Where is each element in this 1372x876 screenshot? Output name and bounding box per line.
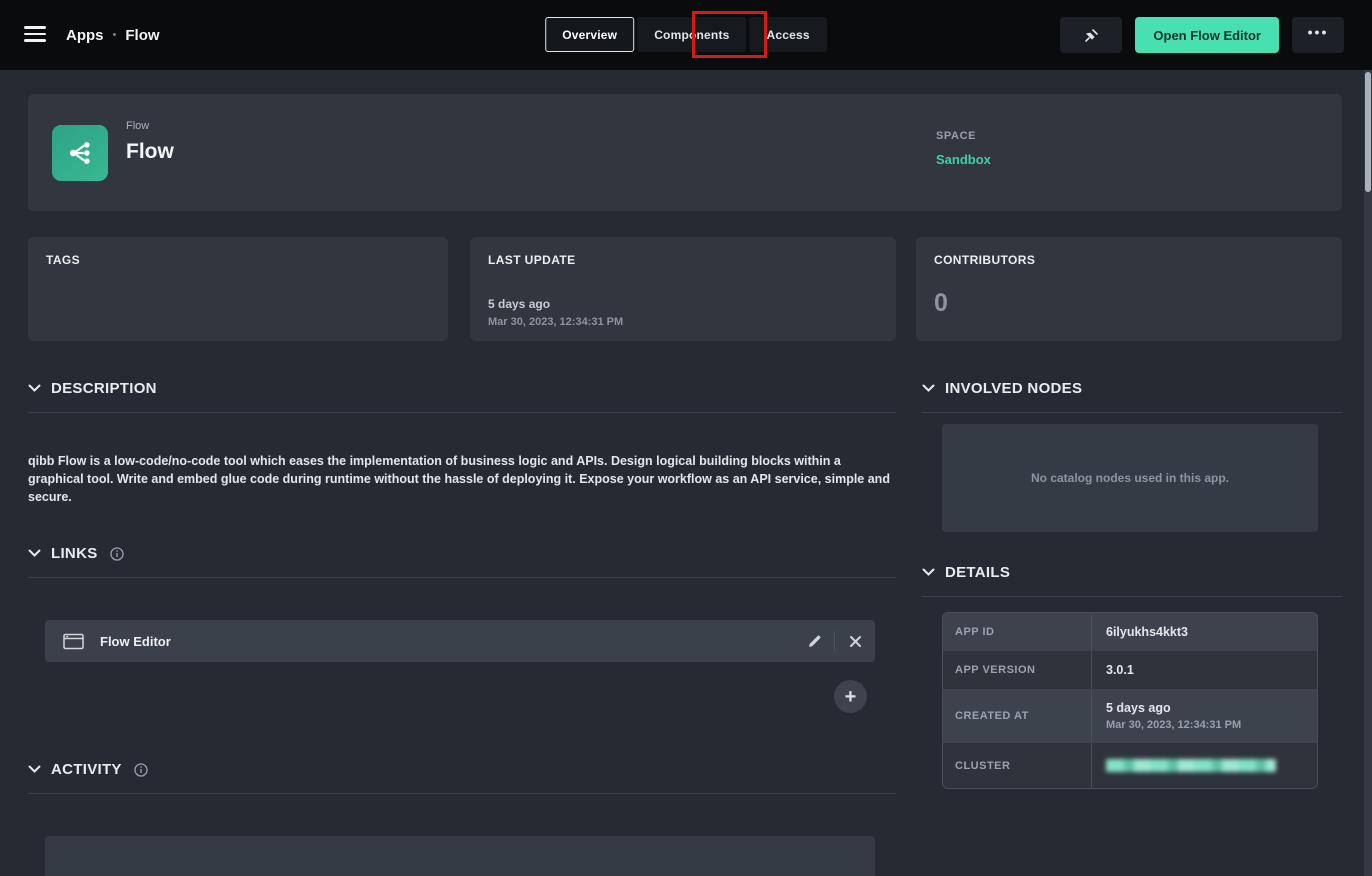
topbar-actions: Open Flow Editor ••• bbox=[1060, 17, 1344, 53]
app-titles: Flow Flow bbox=[126, 120, 174, 164]
detail-key-cluster: CLUSTER bbox=[943, 743, 1091, 788]
activity-section-header: ACTIVITY bbox=[28, 761, 896, 794]
details-title: DETAILS bbox=[945, 564, 1010, 581]
link-label: Flow Editor bbox=[100, 634, 171, 649]
tab-bar: Overview Components Access bbox=[545, 17, 827, 52]
chevron-down-icon[interactable] bbox=[922, 568, 935, 577]
details-section-header: DETAILS bbox=[922, 564, 1342, 597]
chevron-down-icon[interactable] bbox=[922, 384, 935, 393]
table-row: CLUSTER bbox=[943, 743, 1317, 788]
space-label: SPACE bbox=[936, 130, 991, 142]
app-header-card: Flow Flow SPACE Sandbox bbox=[28, 94, 1342, 211]
breadcrumb: Apps • Flow bbox=[66, 0, 160, 70]
app-overview-page: Apps • Flow Overview Components Access O… bbox=[0, 0, 1372, 876]
last-update-card: LAST UPDATE 5 days ago Mar 30, 2023, 12:… bbox=[470, 237, 896, 341]
links-title: LINKS bbox=[51, 545, 98, 562]
open-flow-editor-button[interactable]: Open Flow Editor bbox=[1135, 17, 1279, 53]
involved-nodes-section-header: INVOLVED NODES bbox=[922, 380, 1342, 413]
pin-icon bbox=[1084, 28, 1099, 43]
chevron-down-icon[interactable] bbox=[28, 765, 41, 774]
activity-title: ACTIVITY bbox=[51, 761, 122, 778]
detail-value-app-id: 6ilyukhs4kkt3 bbox=[1106, 625, 1317, 639]
add-link-button[interactable]: + bbox=[834, 680, 867, 713]
detail-key-created-at: CREATED AT bbox=[943, 689, 1091, 743]
app-type-label: Flow bbox=[126, 120, 174, 132]
tags-card: TAGS bbox=[28, 237, 448, 341]
link-actions bbox=[794, 620, 875, 662]
link-item-flow-editor[interactable]: Flow Editor bbox=[45, 620, 875, 662]
table-row: APP ID 6ilyukhs4kkt3 bbox=[943, 613, 1317, 651]
details-table: APP ID 6ilyukhs4kkt3 APP VERSION 3.0.1 C… bbox=[942, 612, 1318, 789]
contributors-count: 0 bbox=[934, 289, 1324, 318]
remove-link-button[interactable] bbox=[835, 620, 875, 662]
detail-value-created-relative: 5 days ago bbox=[1106, 701, 1317, 715]
hamburger-menu-icon[interactable] bbox=[24, 26, 46, 42]
info-icon bbox=[110, 547, 124, 561]
description-text: qibb Flow is a low-code/no-code tool whi… bbox=[28, 452, 896, 506]
involved-nodes-empty-text: No catalog nodes used in this app. bbox=[1031, 471, 1229, 485]
description-section-header: DESCRIPTION bbox=[28, 380, 896, 413]
pin-button[interactable] bbox=[1060, 17, 1122, 53]
involved-nodes-title: INVOLVED NODES bbox=[945, 380, 1082, 397]
last-update-label: LAST UPDATE bbox=[488, 253, 878, 267]
detail-value-created-absolute: Mar 30, 2023, 12:34:31 PM bbox=[1106, 719, 1317, 731]
contributors-card: CONTRIBUTORS 0 bbox=[916, 237, 1342, 341]
page-title: Flow bbox=[126, 140, 174, 164]
info-icon bbox=[134, 763, 148, 777]
tab-components[interactable]: Components bbox=[637, 17, 746, 52]
flow-app-icon bbox=[52, 125, 108, 181]
table-row: CREATED AT 5 days ago Mar 30, 2023, 12:3… bbox=[943, 689, 1317, 743]
edit-link-button[interactable] bbox=[794, 620, 834, 662]
space-value-link[interactable]: Sandbox bbox=[936, 152, 991, 167]
description-title: DESCRIPTION bbox=[51, 380, 157, 397]
contributors-label: CONTRIBUTORS bbox=[934, 253, 1324, 267]
tags-label: TAGS bbox=[46, 253, 430, 267]
last-update-absolute: Mar 30, 2023, 12:34:31 PM bbox=[488, 316, 878, 328]
detail-key-app-id: APP ID bbox=[943, 613, 1091, 651]
breadcrumb-apps[interactable]: Apps bbox=[66, 27, 104, 44]
links-section-header: LINKS bbox=[28, 545, 896, 578]
chevron-down-icon[interactable] bbox=[28, 549, 41, 558]
tab-overview[interactable]: Overview bbox=[545, 17, 634, 52]
detail-key-app-version: APP VERSION bbox=[943, 651, 1091, 689]
table-row: APP VERSION 3.0.1 bbox=[943, 651, 1317, 689]
scrollbar[interactable] bbox=[1364, 70, 1372, 876]
detail-value-app-version: 3.0.1 bbox=[1106, 663, 1317, 677]
cluster-redacted-value bbox=[1106, 759, 1276, 772]
tab-access[interactable]: Access bbox=[750, 17, 827, 52]
breadcrumb-current: Flow bbox=[125, 27, 159, 44]
space-block: SPACE Sandbox bbox=[936, 130, 991, 167]
browser-window-icon bbox=[63, 633, 84, 650]
involved-nodes-empty-card: No catalog nodes used in this app. bbox=[942, 424, 1318, 532]
more-options-button[interactable]: ••• bbox=[1292, 17, 1344, 53]
activity-card-partial bbox=[45, 836, 875, 876]
last-update-relative: 5 days ago bbox=[488, 297, 878, 311]
scrollbar-thumb[interactable] bbox=[1365, 72, 1371, 192]
topbar: Apps • Flow Overview Components Access O… bbox=[0, 0, 1372, 70]
chevron-down-icon[interactable] bbox=[28, 384, 41, 393]
breadcrumb-separator: • bbox=[113, 29, 117, 41]
